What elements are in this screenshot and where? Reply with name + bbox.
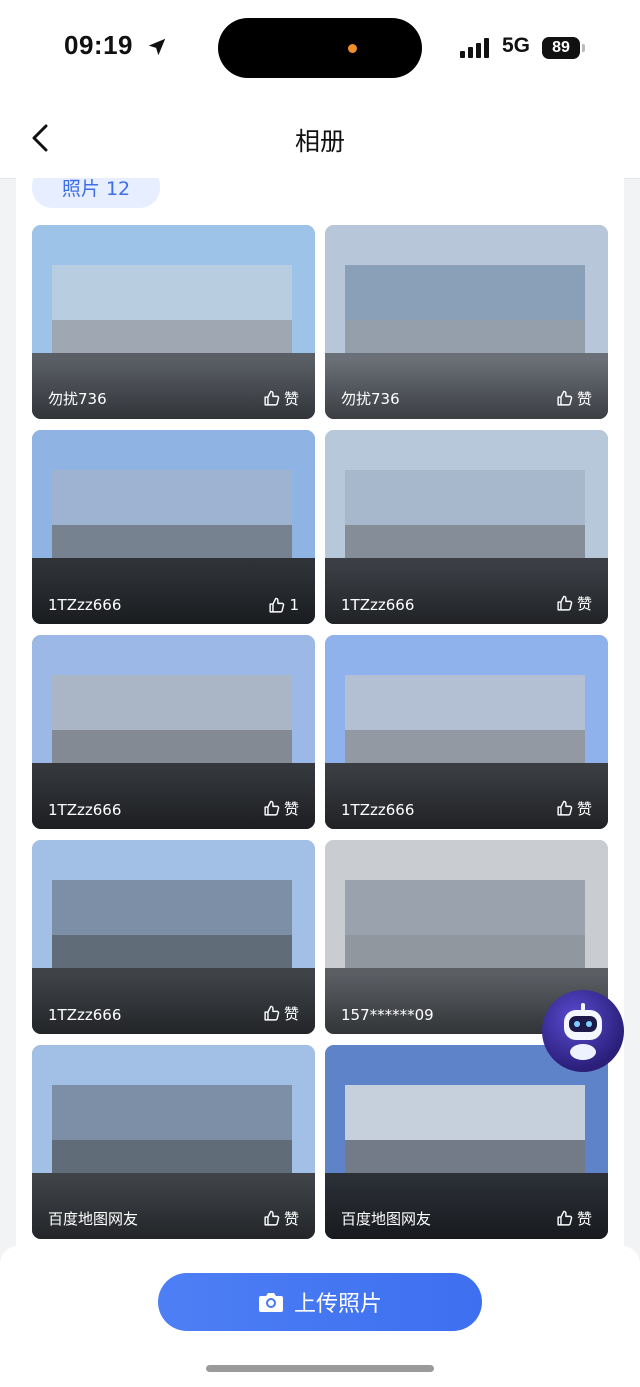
navigation-bar: 相册 (0, 100, 640, 179)
dynamic-island (218, 18, 422, 78)
like-label: 赞 (576, 595, 592, 613)
thumbs-up-icon (264, 1005, 280, 1021)
like-button[interactable]: 赞 (263, 1208, 299, 1229)
signal-bars-icon (460, 38, 489, 58)
like-label: 赞 (576, 1210, 592, 1228)
like-button[interactable]: 赞 (556, 593, 592, 614)
like-label: 赞 (283, 1210, 299, 1228)
chip-count: 12 (105, 178, 131, 200)
photo-author: 1TZzz666 (341, 596, 415, 614)
photo-author: 勿扰736 (48, 390, 107, 408)
photo-tile[interactable]: 1TZzz666 赞 (325, 430, 608, 624)
photo-tile[interactable]: 勿扰736 赞 (325, 225, 608, 419)
like-label: 赞 (283, 390, 299, 408)
like-button[interactable]: 赞 (556, 1208, 592, 1229)
robot-icon[interactable] (542, 990, 624, 1072)
photo-tile[interactable]: 1TZzz666 赞 (325, 635, 608, 829)
photo-author: 157******09 (341, 1006, 434, 1024)
thumbs-up-icon (557, 595, 573, 611)
home-indicator (206, 1365, 434, 1372)
upload-label: 上传照片 (293, 1292, 382, 1317)
like-button[interactable]: 赞 (263, 798, 299, 819)
thumbs-up-icon (557, 390, 573, 406)
like-button[interactable]: 赞 (263, 388, 299, 409)
like-label: 1 (289, 596, 299, 614)
photo-tile[interactable]: 1TZzz666 赞 (32, 840, 315, 1034)
like-label: 赞 (283, 1005, 299, 1023)
status-time: 09:19 (64, 30, 133, 60)
photo-author: 1TZzz666 (48, 1006, 122, 1024)
photo-author: 1TZzz666 (48, 596, 122, 614)
photo-tile[interactable]: 百度地图网友 赞 (32, 1045, 315, 1239)
photo-tile[interactable]: 百度地图网友 赞 (325, 1045, 608, 1239)
thumbs-up-icon (557, 1210, 573, 1226)
photo-count-chip[interactable]: 照片 12 (32, 178, 160, 208)
like-button[interactable]: 赞 (556, 798, 592, 819)
like-label: 赞 (576, 390, 592, 408)
thumbs-up-icon (264, 800, 280, 816)
photo-author: 1TZzz666 (341, 801, 415, 819)
thumbs-up-icon (264, 390, 280, 406)
photo-tile[interactable]: 1TZzz666 赞 (32, 635, 315, 829)
assistant-avatar (564, 1003, 602, 1060)
thumbs-up-icon (269, 597, 285, 613)
photo-tile[interactable]: 1TZzz666 1 (32, 430, 315, 624)
like-button[interactable]: 1 (268, 596, 299, 614)
photo-author: 百度地图网友 (341, 1210, 432, 1228)
network-type: 5G (502, 34, 531, 57)
camera-icon (258, 1293, 283, 1312)
chip-label: 照片 (61, 178, 100, 200)
battery-icon: 89 (542, 37, 580, 59)
bottom-bar: 上传照片 (0, 1246, 640, 1387)
recording-indicator (348, 44, 357, 53)
like-label: 赞 (576, 800, 592, 818)
like-button[interactable]: 赞 (263, 1003, 299, 1024)
thumbs-up-icon (557, 800, 573, 816)
photo-gradient (32, 564, 315, 624)
album-content: 照片 12 勿扰736 赞勿扰736 赞 1TZzz666 1 1TZzz666 赞 1TZz… (16, 178, 624, 1258)
like-button[interactable]: 赞 (556, 388, 592, 409)
photo-author: 勿扰736 (341, 390, 400, 408)
upload-photo-button[interactable]: 上传照片 (158, 1273, 482, 1331)
photo-tile[interactable]: 勿扰736 赞 (32, 225, 315, 419)
battery-cap (582, 44, 585, 52)
location-arrow-icon (148, 38, 166, 56)
page-title: 相册 (294, 127, 345, 156)
photo-author: 1TZzz666 (48, 801, 122, 819)
status-bar: 09:19 5G 89 (0, 0, 640, 100)
thumbs-up-icon (264, 1210, 280, 1226)
photo-author: 百度地图网友 (48, 1210, 139, 1228)
like-label: 赞 (283, 800, 299, 818)
